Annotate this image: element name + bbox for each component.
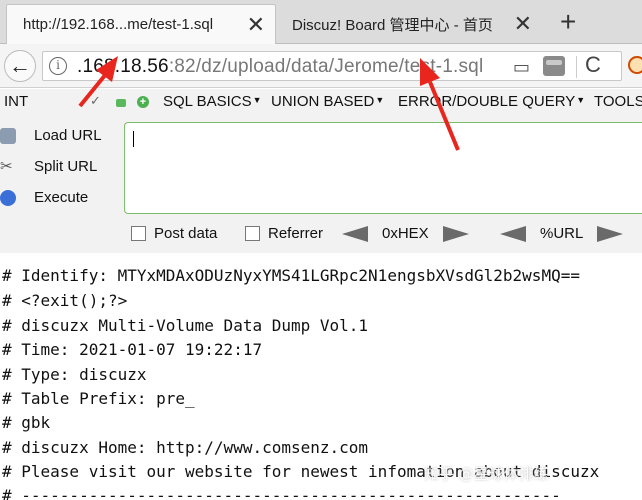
checkbox-box[interactable] [131, 226, 146, 241]
tab-discuz-admin[interactable]: Discuz! Board 管理中心 - 首页 ✕ [282, 4, 542, 44]
menu-error-double-query[interactable]: ERROR/DOUBLE QUERY▼ [398, 93, 585, 110]
dump-line: # Type: discuzx [2, 365, 147, 384]
chevron-down-icon: ✓ [90, 93, 101, 108]
divider [576, 56, 577, 78]
scissors-icon: ✂ [0, 157, 13, 175]
dump-line: # --------------------------------------… [2, 486, 561, 500]
address-bar[interactable]: i .168.18.56:82/dz/upload/data/Jerome/te… [42, 51, 622, 81]
url-textarea[interactable] [124, 122, 642, 214]
menu-label: UNION BASED [271, 93, 375, 110]
url-text[interactable]: .168.18.56:82/dz/upload/data/Jerome/test… [77, 56, 483, 78]
dump-line: # Time: 2021-01-07 19:22:17 [2, 340, 263, 359]
decode-arrow-icon[interactable] [500, 225, 526, 242]
referrer-checkbox[interactable]: Referrer [245, 225, 323, 242]
tab-title: Discuz! Board 管理中心 - 首页 [292, 16, 493, 34]
toggle-icon[interactable] [116, 99, 126, 107]
select-value: INT [4, 93, 29, 110]
url-host: .168.18.56 [77, 56, 169, 77]
split-url-button[interactable]: ✂ Split URL [0, 158, 97, 175]
info-icon[interactable]: i [49, 57, 67, 75]
reload-icon[interactable]: C [585, 52, 601, 78]
reader-view-icon[interactable]: ▭ [513, 57, 530, 78]
arrow-left-icon: ← [9, 53, 31, 78]
checkbox-box[interactable] [245, 226, 260, 241]
caret-down-icon: ▼ [576, 95, 586, 105]
plus-icon[interactable]: + [137, 96, 149, 108]
tab-strip: http://192.168...me/test-1.sql ✕ Discuz!… [0, 0, 642, 44]
dump-line: # Table Prefix: pre_ [2, 389, 195, 408]
back-button[interactable]: ← [4, 50, 36, 82]
encoder-label: 0xHEX [382, 225, 429, 242]
menu-union-based[interactable]: UNION BASED▼ [271, 93, 384, 110]
button-label: Split URL [34, 158, 98, 175]
navigation-bar: ← i .168.18.56:82/dz/upload/data/Jerome/… [0, 44, 642, 88]
menu-tools[interactable]: TOOLS [594, 93, 642, 110]
load-url-icon [0, 127, 16, 144]
execute-icon [0, 189, 16, 206]
encode-arrow-icon[interactable] [597, 225, 624, 242]
new-tab-button[interactable]: + [560, 6, 576, 38]
dump-line: # discuzx Multi-Volume Data Dump Vol.1 [2, 316, 369, 335]
encoder-label: %URL [540, 225, 584, 242]
menu-label: ERROR/DOUBLE QUERY [398, 93, 576, 110]
watermark: 知乎 @星球体排练 [424, 465, 549, 483]
decode-arrow-icon[interactable] [342, 225, 368, 242]
caret-down-icon: ▼ [375, 95, 385, 105]
checkbox-label: Referrer [268, 225, 324, 242]
caret-down-icon: ▼ [252, 95, 262, 105]
url-path: :82/dz/upload/data/Jerome/test-1.sql [168, 56, 484, 77]
close-tab-icon[interactable]: ✕ [514, 11, 532, 37]
text-cursor [133, 131, 134, 147]
close-tab-icon[interactable]: ✕ [247, 12, 265, 38]
menu-label: SQL BASICS [163, 93, 252, 110]
button-label: Execute [34, 189, 89, 206]
tab-test-sql[interactable]: http://192.168...me/test-1.sql ✕ [6, 4, 276, 44]
load-url-button[interactable]: Load URL [0, 127, 102, 144]
dump-line: # Identify: MTYxMDAxODUzNyxYMS41LGRpc2N1… [2, 266, 580, 285]
tab-title: http://192.168...me/test-1.sql [23, 16, 214, 33]
checkbox-label: Post data [154, 225, 218, 242]
noscript-icon[interactable] [628, 56, 642, 74]
encode-arrow-icon[interactable] [442, 225, 469, 242]
hackbar-panel: INT ✓ + SQL BASICS▼ UNION BASED▼ ERROR/D… [0, 89, 642, 253]
post-data-checkbox[interactable]: Post data [131, 225, 217, 242]
button-label: Load URL [34, 127, 102, 144]
hex-encoder: 0xHEX [342, 225, 469, 242]
menu-label: TOOLS [594, 93, 642, 110]
url-encoder: %URL [500, 225, 624, 242]
menu-sql-basics[interactable]: SQL BASICS▼ [163, 93, 262, 110]
dump-line: # discuzx Home: http://www.comsenz.com [2, 438, 369, 457]
dump-line: # <?exit();?> [2, 291, 128, 310]
hard-drive-icon[interactable] [543, 56, 565, 76]
injection-type-select[interactable]: INT ✓ [4, 93, 104, 115]
execute-button[interactable]: Execute [0, 189, 88, 206]
dump-line: # gbk [2, 413, 51, 432]
